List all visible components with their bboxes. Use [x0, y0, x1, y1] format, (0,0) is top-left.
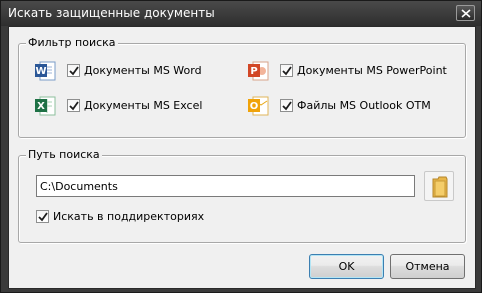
- checkmark-icon: [69, 101, 79, 111]
- word-icon: W: [35, 61, 56, 81]
- word-filter-label: Документы MS Word: [84, 64, 202, 77]
- close-icon: [461, 9, 471, 18]
- filter-group-label: Фильтр поиска: [26, 36, 118, 49]
- word-filter-checkbox[interactable]: [67, 64, 80, 77]
- filter-group: Фильтр поиска W Документы MS Word P Доку…: [18, 36, 466, 138]
- powerpoint-icon: P: [248, 61, 269, 81]
- subdirs-checkbox[interactable]: [36, 210, 49, 223]
- checkmark-icon: [38, 212, 48, 222]
- browse-folder-button[interactable]: [424, 171, 454, 201]
- checkmark-icon: [69, 66, 79, 76]
- svg-text:X: X: [37, 101, 45, 112]
- window-title: Искать защищенные документы: [8, 6, 215, 20]
- powerpoint-filter-checkbox[interactable]: [280, 64, 293, 77]
- close-button[interactable]: [456, 5, 475, 21]
- subdirs-label: Искать в поддиректориях: [53, 210, 205, 223]
- outlook-icon: O: [248, 96, 269, 116]
- dialog-body: Фильтр поиска W Документы MS Word P Доку…: [8, 26, 476, 289]
- excel-filter-checkbox[interactable]: [67, 99, 80, 112]
- powerpoint-filter-label: Документы MS PowerPoint: [297, 64, 447, 77]
- dialog-window: Искать защищенные документы Фильтр поиск…: [0, 0, 482, 293]
- outlook-filter-label: Файлы MS Outlook OTM: [297, 99, 431, 112]
- excel-icon: X: [35, 96, 56, 116]
- checkmark-icon: [282, 101, 292, 111]
- search-path-group-label: Путь поиска: [26, 148, 102, 161]
- outlook-filter-checkbox[interactable]: [280, 99, 293, 112]
- svg-text:W: W: [35, 66, 46, 77]
- ok-button[interactable]: OK: [309, 254, 384, 279]
- svg-text:P: P: [250, 66, 257, 77]
- checkmark-icon: [282, 66, 292, 76]
- svg-text:O: O: [250, 101, 259, 112]
- cancel-button[interactable]: Отмена: [390, 254, 465, 279]
- search-path-input[interactable]: [36, 175, 415, 197]
- folder-icon: [432, 176, 448, 198]
- title-bar[interactable]: Искать защищенные документы: [1, 1, 481, 26]
- search-path-group: Путь поиска Искать в поддиректориях: [18, 148, 466, 243]
- excel-filter-label: Документы MS Excel: [84, 99, 203, 112]
